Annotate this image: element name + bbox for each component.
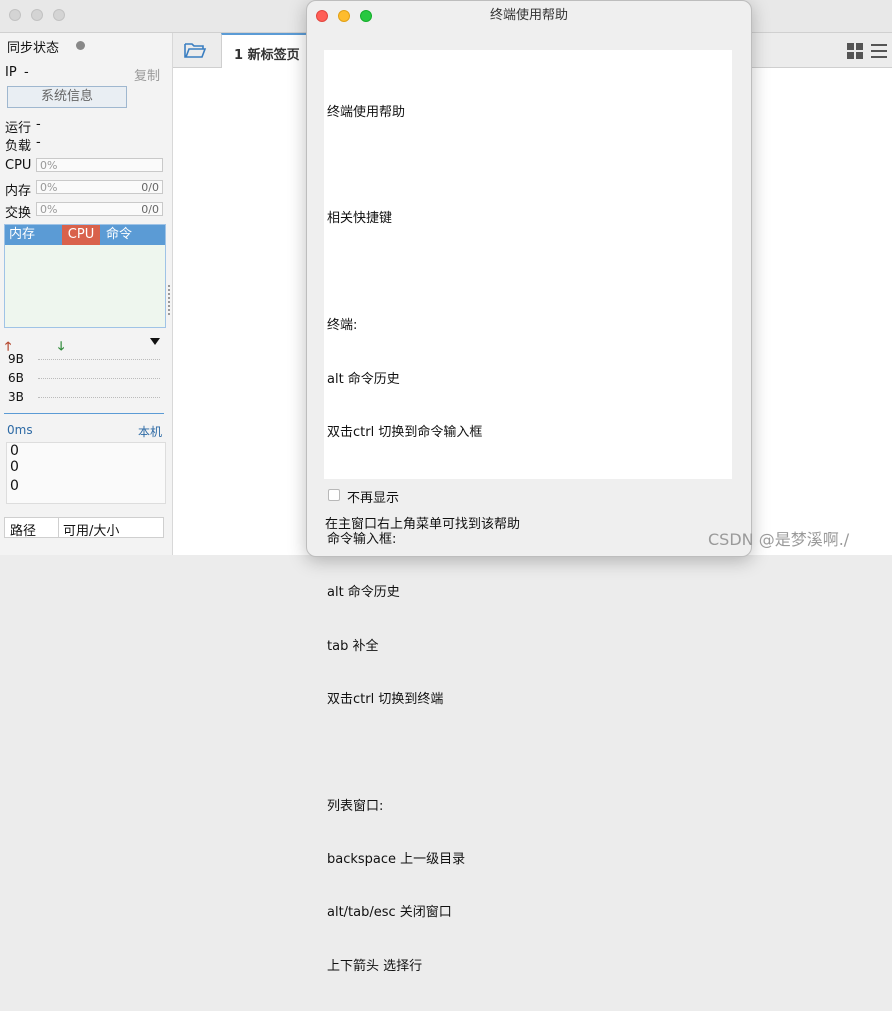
- help-line: ​: [327, 744, 727, 762]
- load-label: 负载: [5, 139, 32, 154]
- process-table-header: 内存 CPU 命令: [5, 225, 165, 245]
- grid-line: [38, 397, 160, 398]
- cpu-label: CPU: [5, 158, 32, 173]
- ip-value: -: [24, 65, 29, 80]
- help-line: 终端:: [327, 318, 358, 334]
- memory-ratio: 0/0: [141, 181, 159, 194]
- help-line: 相关快捷键: [327, 211, 393, 227]
- process-header-cpu[interactable]: CPU: [62, 225, 100, 245]
- tab-label: 1 新标签页: [234, 48, 300, 63]
- ping-value: 0: [10, 478, 19, 494]
- sync-status-dot-icon: [76, 41, 85, 50]
- ip-label: IP: [5, 65, 17, 80]
- help-line: alt 命令历史: [327, 371, 400, 387]
- process-header-memory[interactable]: 内存: [9, 225, 35, 245]
- help-line: 双击ctrl 切换到命令输入框: [327, 424, 483, 440]
- net-level-label: 3B: [8, 390, 24, 404]
- disk-header-path[interactable]: 路径: [10, 520, 36, 539]
- load-value: -: [36, 135, 41, 150]
- swap-usage-bar: 0% 0/0: [36, 202, 163, 216]
- swap-ratio: 0/0: [141, 203, 159, 216]
- close-window-button[interactable]: [9, 9, 21, 21]
- process-header-command[interactable]: 命令: [106, 225, 132, 245]
- copy-ip-link[interactable]: 复制: [134, 65, 160, 84]
- help-content: 终端使用帮助 ​ 相关快捷键 ​ 终端: alt 命令历史 双击ctrl 切换到…: [324, 50, 732, 974]
- help-line: alt 命令历史: [327, 585, 400, 601]
- memory-label: 内存: [5, 184, 32, 199]
- ping-graph: 0 0 0: [6, 442, 166, 504]
- help-line: 双击ctrl 切换到终端: [327, 691, 444, 707]
- ping-value: 0: [10, 443, 19, 459]
- help-line: 上下箭头 选择行: [327, 958, 423, 974]
- ping-host-selector[interactable]: 本机: [138, 423, 162, 440]
- help-line: alt/tab/esc 关闭窗口: [327, 905, 452, 921]
- system-info-button[interactable]: 系统信息: [7, 86, 127, 108]
- help-line: 列表窗口:: [327, 798, 384, 814]
- ping-value: 0: [10, 459, 19, 475]
- help-line: 命令输入框:: [327, 531, 397, 547]
- process-table: 内存 CPU 命令: [4, 224, 166, 328]
- memory-usage-value: 0%: [40, 181, 58, 194]
- run-label: 运行: [5, 121, 32, 136]
- sidebar-resize-handle[interactable]: [168, 285, 172, 315]
- help-text: 终端使用帮助 ​ 相关快捷键 ​ 终端: alt 命令历史 双击ctrl 切换到…: [327, 68, 727, 1011]
- sync-status-label: 同步状态: [7, 41, 60, 56]
- network-speed-graph: 9B 6B 3B: [6, 352, 164, 412]
- minimize-window-button[interactable]: [31, 9, 43, 21]
- help-line: 终端使用帮助: [327, 104, 406, 120]
- swap-label: 交换: [5, 206, 32, 221]
- dont-show-again-label: 不再显示: [347, 491, 400, 506]
- help-line: ​: [327, 157, 727, 175]
- ping-latency-label: 0ms: [7, 423, 33, 437]
- run-value: -: [36, 117, 41, 132]
- layout-grid-icon[interactable]: [847, 43, 863, 59]
- cpu-usage-bar: 0%: [36, 158, 163, 172]
- help-line: backspace 上一级目录: [327, 852, 466, 868]
- swap-usage-value: 0%: [40, 203, 58, 216]
- open-folder-icon[interactable]: [183, 40, 207, 60]
- divider: [58, 518, 59, 537]
- help-dialog: 终端使用帮助 终端使用帮助 ​ 相关快捷键 ​ 终端: alt 命令历史 双击c…: [306, 0, 752, 974]
- grid-line: [38, 359, 160, 360]
- memory-usage-bar: 0% 0/0: [36, 180, 163, 194]
- watermark: CSDN @是梦溪啊./: [708, 530, 850, 549]
- dialog-title: 终端使用帮助: [489, 8, 568, 23]
- dont-show-again-checkbox[interactable]: [328, 489, 340, 501]
- cpu-usage-value: 0%: [40, 159, 58, 172]
- net-level-label: 6B: [8, 371, 24, 385]
- disk-header-available-size[interactable]: 可用/大小: [63, 520, 119, 539]
- help-line: ​: [327, 264, 727, 282]
- disk-table-header: 路径 可用/大小: [4, 517, 164, 539]
- network-interface-dropdown-icon[interactable]: [150, 338, 160, 345]
- divider: [4, 413, 164, 414]
- help-line: tab 补全: [327, 638, 379, 654]
- maximize-window-button[interactable]: [53, 9, 65, 21]
- menu-icon[interactable]: [871, 43, 887, 59]
- dialog-footer-text: 在主窗口右上角菜单可找到该帮助: [325, 517, 521, 532]
- net-level-label: 9B: [8, 352, 24, 366]
- grid-line: [38, 378, 160, 379]
